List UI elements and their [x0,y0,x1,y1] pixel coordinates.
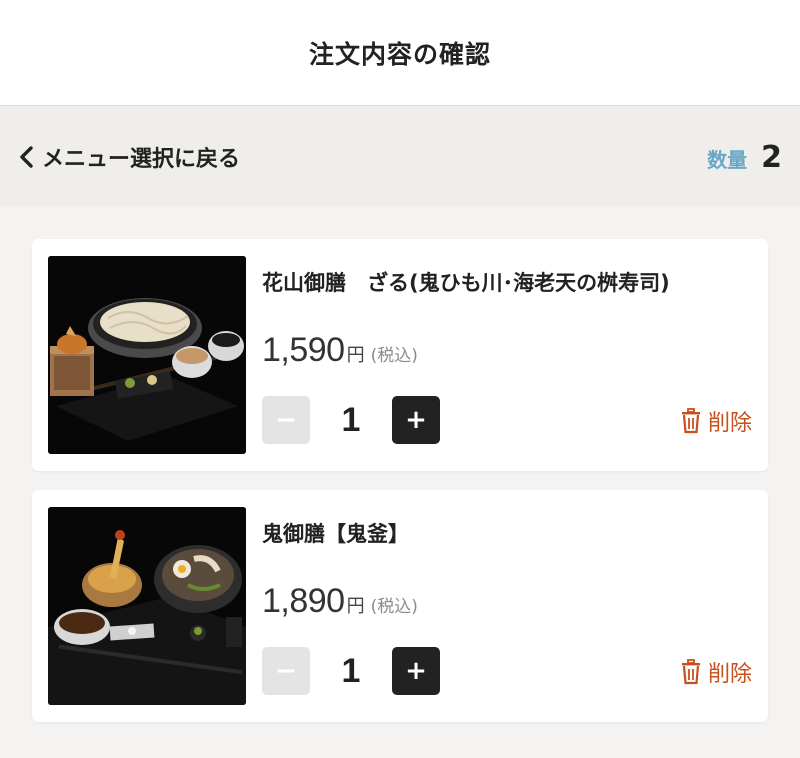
trash-icon [681,659,700,685]
tax-note: (税込) [370,597,418,617]
quantity-stepper: − 1 + [262,396,440,444]
delete-label: 削除 [707,662,752,687]
zaru-udon-set-photo-icon [48,256,246,454]
delete-item-button[interactable]: 削除 [680,405,752,437]
total-quantity-value: 2 [761,139,782,175]
delete-item-button[interactable]: 削除 [680,656,752,688]
quantity-value: 1 [341,651,361,690]
price-unit: 円 [346,345,365,366]
item-price: 1,890 円 (税込) [262,582,418,621]
price-value: 1,890 [262,582,345,620]
increase-quantity-button[interactable]: + [392,396,440,444]
order-item-card: 花山御膳 ざる(鬼ひも川･海老天の桝寿司) 1,590 円 (税込) − 1 +… [32,239,768,471]
back-to-menu-link[interactable]: メニュー選択に戻る [16,141,240,173]
price-unit: 円 [346,596,365,617]
tax-note: (税込) [370,346,418,366]
back-link-label: メニュー選択に戻る [42,147,241,172]
page-title: 注文内容の確認 [308,39,491,69]
price-value: 1,590 [262,331,345,369]
item-name: 鬼御膳【鬼釜】 [262,522,409,546]
decrease-quantity-button[interactable]: − [262,396,310,444]
item-price: 1,590 円 (税込) [262,331,418,370]
decrease-quantity-button[interactable]: − [262,647,310,695]
total-quantity-label: 数量 [707,147,748,172]
quantity-stepper: − 1 + [262,647,440,695]
delete-label: 削除 [707,411,752,436]
item-name: 花山御膳 ざる(鬼ひも川･海老天の桝寿司) [262,271,670,295]
item-photo [48,256,246,454]
total-quantity: 数量 2 [707,140,782,175]
quantity-value: 1 [341,400,361,439]
increase-quantity-button[interactable]: + [392,647,440,695]
chevron-left-icon [20,146,33,168]
order-item-card: 鬼御膳【鬼釜】 1,890 円 (税込) − 1 + 削除 [32,490,768,722]
sub-header-bar: メニュー選択に戻る 数量 2 [0,107,800,207]
item-photo [48,507,246,705]
kama-udon-set-photo-icon [48,507,246,705]
order-item-list: 花山御膳 ざる(鬼ひも川･海老天の桝寿司) 1,590 円 (税込) − 1 +… [0,207,800,758]
page-header: 注文内容の確認 [0,0,800,106]
trash-icon [681,408,700,434]
